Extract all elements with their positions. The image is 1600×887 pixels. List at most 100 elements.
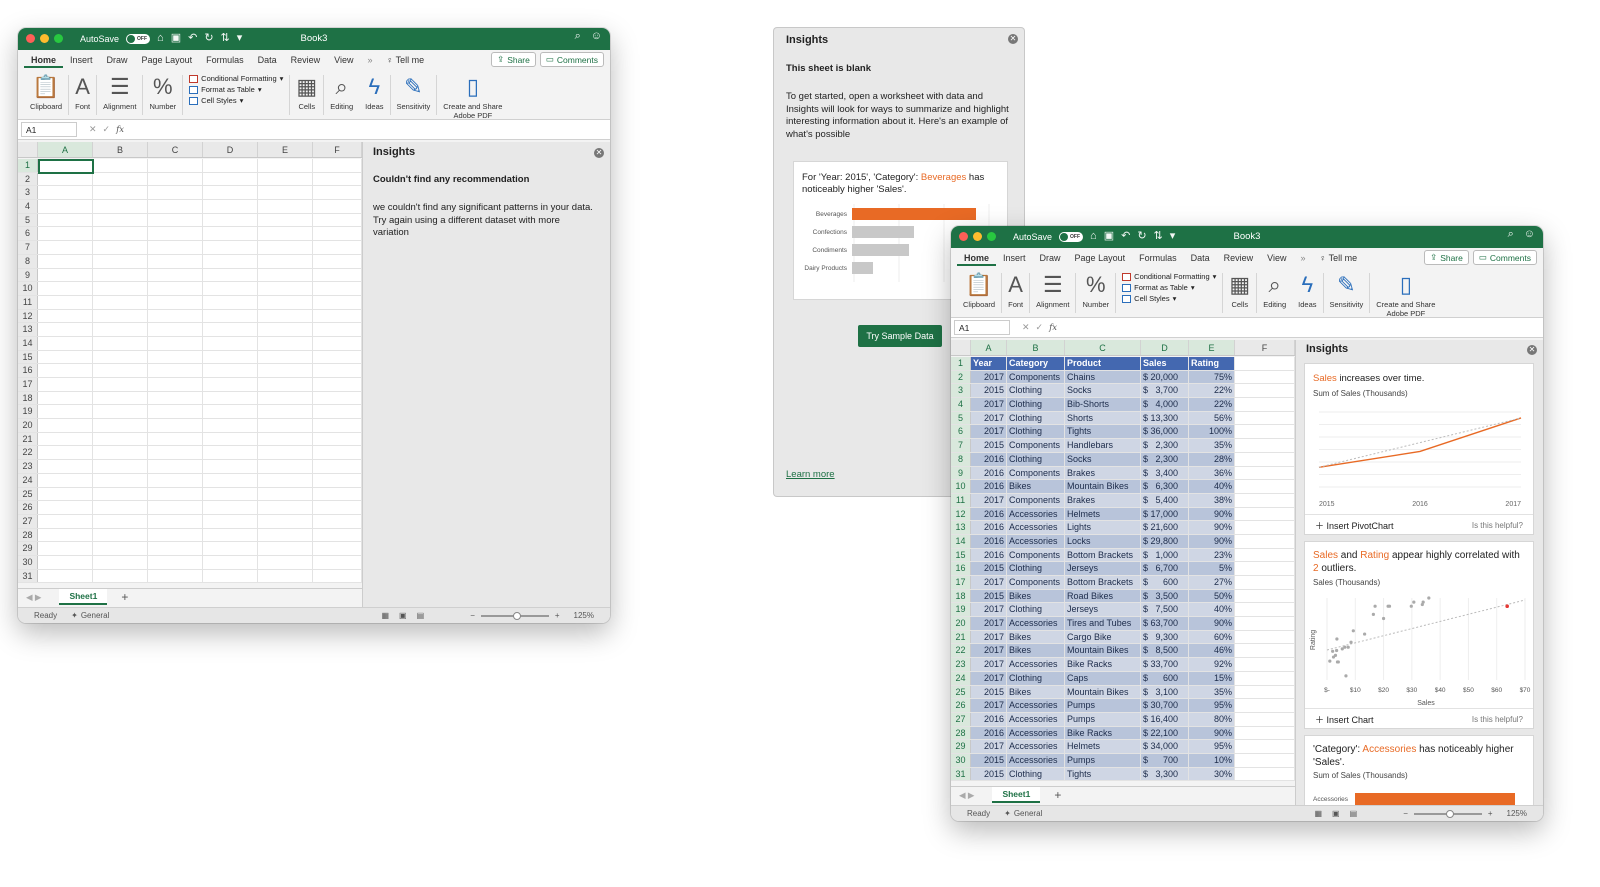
- table-cell[interactable]: $ 8,500: [1141, 644, 1189, 658]
- table-cell[interactable]: Components: [1007, 493, 1065, 507]
- table-cell[interactable]: Jerseys: [1065, 603, 1141, 617]
- zoom-in-button[interactable]: +: [555, 611, 560, 620]
- cell[interactable]: [258, 364, 313, 377]
- cell[interactable]: [148, 473, 203, 487]
- cell[interactable]: [313, 391, 362, 405]
- zoom-slider[interactable]: [1413, 809, 1482, 818]
- cell[interactable]: [258, 391, 313, 405]
- table-cell[interactable]: 5%: [1189, 562, 1235, 575]
- cell[interactable]: [258, 460, 313, 473]
- cell[interactable]: [258, 200, 313, 213]
- cell[interactable]: [148, 569, 203, 583]
- table-cell[interactable]: Helmets: [1065, 740, 1141, 753]
- cell[interactable]: [1235, 466, 1295, 480]
- row-header[interactable]: 21: [18, 432, 38, 446]
- adobe-pdf-button[interactable]: ▯ Create and Share Adobe PDF: [437, 72, 508, 120]
- table-cell[interactable]: Components: [1007, 370, 1065, 384]
- cell[interactable]: [203, 200, 258, 213]
- cell[interactable]: [313, 309, 362, 323]
- table-cell[interactable]: 2015: [971, 439, 1007, 452]
- row-header[interactable]: 15: [951, 548, 971, 562]
- number-group[interactable]: % Number: [143, 72, 182, 111]
- table-cell[interactable]: 95%: [1189, 740, 1235, 753]
- search-icon[interactable]: ⌕: [575, 31, 581, 42]
- row-header[interactable]: 27: [18, 514, 38, 528]
- table-cell[interactable]: 2017: [971, 617, 1007, 630]
- table-cell[interactable]: $ 6,300: [1141, 480, 1189, 493]
- table-cell[interactable]: Caps: [1065, 671, 1141, 685]
- close-icon[interactable]: ✕: [594, 148, 604, 158]
- cell[interactable]: [258, 295, 313, 309]
- cell[interactable]: [1235, 398, 1295, 411]
- tab-view[interactable]: View: [1260, 253, 1293, 266]
- table-cell[interactable]: Accessories: [1007, 740, 1065, 753]
- table-cell[interactable]: $ 30,700: [1141, 699, 1189, 712]
- cell[interactable]: [148, 159, 203, 172]
- cell[interactable]: [1235, 630, 1295, 644]
- cell[interactable]: [1235, 507, 1295, 521]
- cell[interactable]: [203, 213, 258, 227]
- table-cell[interactable]: $ 36,000: [1141, 425, 1189, 439]
- cell[interactable]: [313, 186, 362, 200]
- row-header[interactable]: 17: [18, 378, 38, 391]
- table-cell[interactable]: Road Bikes: [1065, 589, 1141, 603]
- cell[interactable]: [1235, 740, 1295, 753]
- cell-styles-button[interactable]: Cell Styles ▾: [1122, 294, 1216, 303]
- table-cell[interactable]: 2015: [971, 384, 1007, 398]
- add-sheet-icon[interactable]: +: [121, 590, 128, 604]
- cell[interactable]: [148, 432, 203, 446]
- cell[interactable]: [148, 295, 203, 309]
- table-cell[interactable]: Accessories: [1007, 617, 1065, 630]
- row-header[interactable]: 8: [18, 254, 38, 268]
- table-header[interactable]: Product: [1065, 357, 1141, 370]
- row-header[interactable]: 19: [18, 405, 38, 419]
- cell[interactable]: [38, 295, 93, 309]
- cell[interactable]: [203, 323, 258, 336]
- cell[interactable]: [313, 227, 362, 241]
- table-cell[interactable]: Accessories: [1007, 753, 1065, 767]
- conditional-formatting-button[interactable]: Conditional Formatting ▾: [189, 74, 283, 83]
- table-cell[interactable]: $ 6,700: [1141, 562, 1189, 575]
- table-cell[interactable]: 2016: [971, 726, 1007, 740]
- cell[interactable]: [38, 432, 93, 446]
- cell[interactable]: [148, 514, 203, 528]
- row-header[interactable]: 4: [951, 398, 971, 411]
- row-header[interactable]: 31: [18, 569, 38, 583]
- table-cell[interactable]: 2017: [971, 370, 1007, 384]
- table-cell[interactable]: 28%: [1189, 452, 1235, 466]
- table-cell[interactable]: 27%: [1189, 576, 1235, 589]
- tab-draw[interactable]: Draw: [100, 55, 135, 68]
- row-header[interactable]: 23: [951, 658, 971, 671]
- cell[interactable]: [38, 172, 93, 186]
- row-header[interactable]: 12: [18, 309, 38, 323]
- column-header[interactable]: E: [1189, 340, 1235, 355]
- cell[interactable]: [93, 268, 148, 282]
- search-icon[interactable]: ⌕: [1508, 229, 1514, 240]
- cell[interactable]: [1235, 644, 1295, 658]
- tell-me[interactable]: ♀ Tell me: [380, 55, 432, 68]
- cell[interactable]: [203, 569, 258, 583]
- table-cell[interactable]: 2017: [971, 603, 1007, 617]
- table-cell[interactable]: Pumps: [1065, 699, 1141, 712]
- cell[interactable]: [93, 487, 148, 501]
- cell[interactable]: [148, 542, 203, 555]
- table-cell[interactable]: Brakes: [1065, 466, 1141, 480]
- cell[interactable]: [1235, 603, 1295, 617]
- table-cell[interactable]: Locks: [1065, 534, 1141, 548]
- table-cell[interactable]: Accessories: [1007, 699, 1065, 712]
- table-cell[interactable]: Tights: [1065, 767, 1141, 781]
- cell[interactable]: [148, 391, 203, 405]
- sheet-tab[interactable]: Sheet1: [59, 589, 108, 605]
- cell[interactable]: [93, 542, 148, 555]
- cell[interactable]: [93, 282, 148, 295]
- table-cell[interactable]: 2017: [971, 644, 1007, 658]
- more-tabs-icon[interactable]: »: [361, 55, 380, 68]
- cell[interactable]: [313, 172, 362, 186]
- cell[interactable]: [1235, 685, 1295, 699]
- cell[interactable]: [93, 323, 148, 336]
- cell[interactable]: [203, 350, 258, 364]
- table-cell[interactable]: 2016: [971, 712, 1007, 726]
- account-icon[interactable]: ☺: [1524, 229, 1535, 240]
- cell[interactable]: [38, 254, 93, 268]
- row-header[interactable]: 28: [951, 726, 971, 740]
